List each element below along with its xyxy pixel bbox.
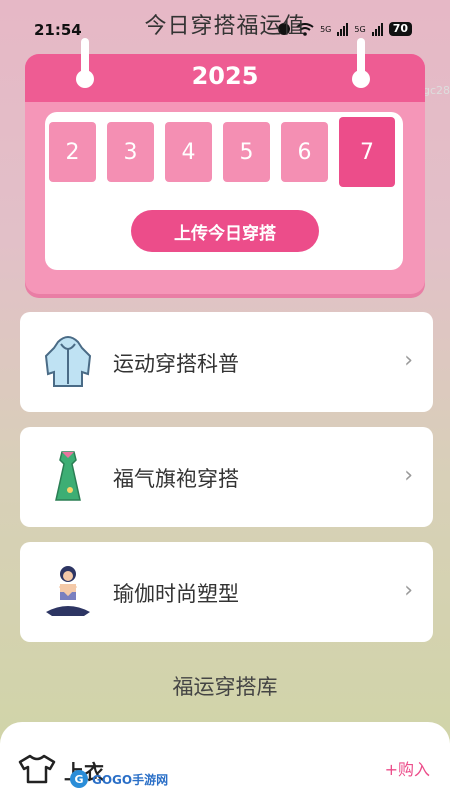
tshirt-icon xyxy=(18,754,56,784)
menu-item-yoga[interactable]: 瑜伽时尚塑型 › xyxy=(20,542,433,642)
calendar-card: 2025 2 3 4 5 6 7 上传今日穿搭 xyxy=(25,38,425,294)
day-cell[interactable]: 6 xyxy=(281,122,328,182)
yoga-icon xyxy=(46,566,90,616)
calendar-ring-knob-left xyxy=(76,70,94,88)
chevron-right-icon: › xyxy=(404,348,413,373)
chevron-right-icon: › xyxy=(404,463,413,488)
calendar-ring-knob-right xyxy=(352,70,370,88)
watermark-brand: GOGO手游网 xyxy=(92,772,169,787)
upload-outfit-button[interactable]: 上传今日穿搭 xyxy=(131,210,319,252)
library-title: 福运穿搭库 xyxy=(172,675,278,699)
calendar-inner: 2 3 4 5 6 7 上传今日穿搭 xyxy=(45,112,403,270)
menu-item-qipao[interactable]: 福气旗袍穿搭 › xyxy=(20,427,433,527)
page-title: 今日穿搭福运值 xyxy=(144,14,306,39)
watermark-badge-icon: G xyxy=(70,770,88,788)
buy-button[interactable]: +购入 xyxy=(385,756,430,780)
day-row: 2 3 4 5 6 7 xyxy=(49,117,395,187)
chevron-right-icon: › xyxy=(404,578,413,603)
day-cell[interactable]: 3 xyxy=(107,122,154,182)
outfit-library-panel: 上衣 +购入 xyxy=(0,722,450,812)
hoodie-icon xyxy=(44,336,92,387)
menu-item-sports[interactable]: 运动穿搭科普 › xyxy=(20,312,433,412)
day-cell[interactable]: 4 xyxy=(165,122,212,182)
menu-item-label: 福气旗袍穿搭 xyxy=(113,467,239,491)
watermark-logo: G GOGO手游网 xyxy=(70,770,168,788)
day-cell[interactable]: 2 xyxy=(49,122,96,182)
menu-item-label: 运动穿搭科普 xyxy=(113,352,239,376)
day-cell-selected[interactable]: 7 xyxy=(339,117,395,187)
menu-item-label: 瑜伽时尚塑型 xyxy=(113,582,239,606)
qipao-icon xyxy=(55,451,81,501)
day-cell[interactable]: 5 xyxy=(223,122,270,182)
